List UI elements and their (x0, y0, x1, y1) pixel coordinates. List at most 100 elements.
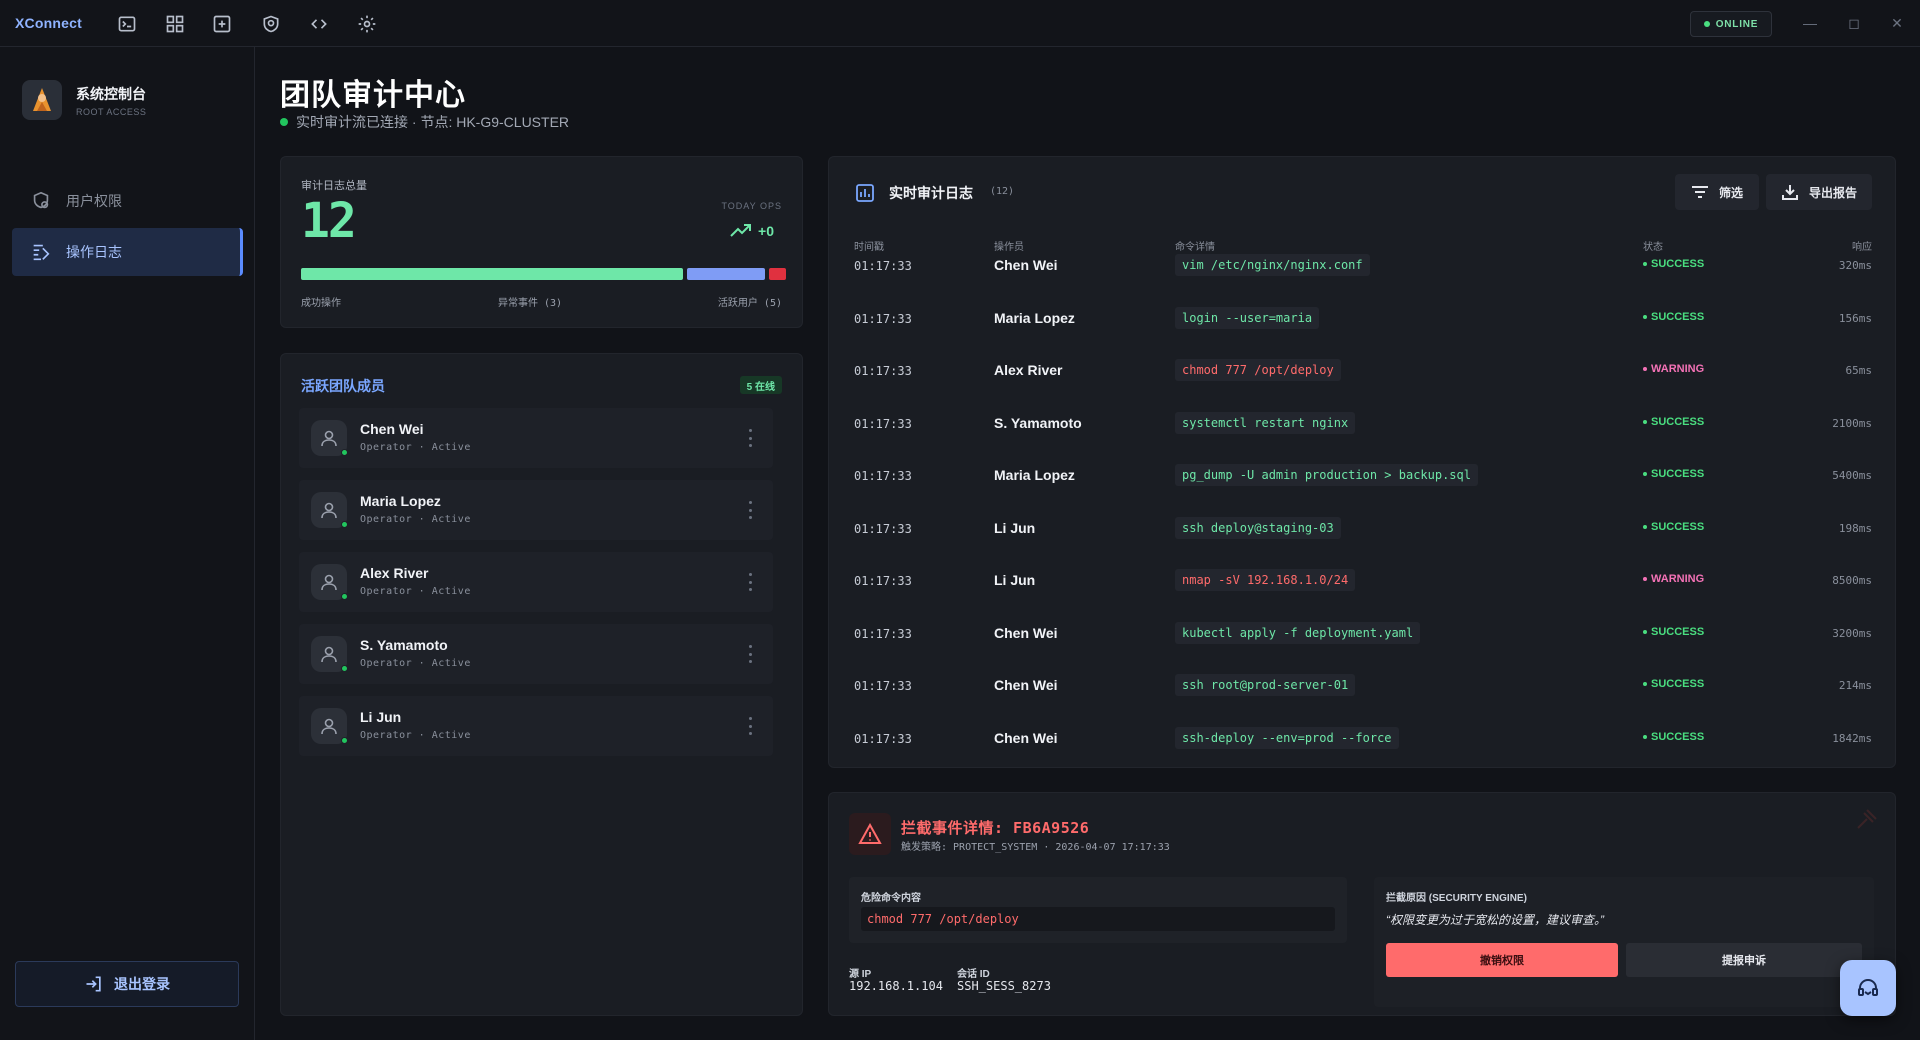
login-arrow-icon (86, 976, 101, 992)
more-options-icon[interactable] (747, 573, 753, 591)
code-icon[interactable] (307, 12, 331, 36)
row-command: ssh deploy@staging-03 (1175, 516, 1341, 539)
more-options-icon[interactable] (747, 501, 753, 519)
close-button[interactable]: ✕ (1888, 14, 1906, 32)
online-status-icon (341, 593, 348, 600)
sidebar-item-user-permissions[interactable]: 用户权限 (12, 177, 243, 225)
terminal-icon[interactable] (115, 12, 139, 36)
row-operator: Li Jun (994, 572, 1036, 588)
connection-status-badge: ONLINE (1690, 11, 1772, 37)
row-status: SUCCESS (1643, 626, 1704, 638)
bar-segment-users (769, 268, 786, 280)
user-icon (321, 502, 337, 519)
warning-triangle-icon (858, 823, 882, 844)
add-square-icon[interactable] (210, 12, 234, 36)
status-dot-icon (1643, 262, 1647, 266)
download-icon (1781, 185, 1798, 200)
bar-segment-success (301, 268, 683, 280)
team-title: 活跃团队成员 (301, 378, 385, 394)
row-command: pg_dump -U admin production > backup.sql (1175, 464, 1478, 486)
user-icon (321, 574, 337, 591)
log-title: 实时审计日志 (889, 185, 973, 201)
logout-button[interactable]: 退出登录 (15, 961, 239, 1007)
warning-icon-wrap (849, 813, 891, 855)
more-options-icon[interactable] (747, 429, 753, 447)
profile: 系统控制台 ROOT ACCESS (22, 80, 146, 120)
online-count-badge: 5 在线 (739, 376, 782, 394)
row-response: 214ms (1838, 679, 1872, 692)
row-operator: Maria Lopez (994, 467, 1075, 483)
export-report-button[interactable]: 导出报告 (1766, 174, 1872, 210)
more-options-icon[interactable] (747, 717, 753, 735)
revoke-permission-button[interactable]: 撤销权限 (1386, 943, 1618, 977)
column-header-response: 响应 (1852, 242, 1872, 253)
row-response: 320ms (1838, 259, 1872, 272)
today-ops-label: TODAY OPS (721, 201, 782, 211)
online-status-icon (341, 737, 348, 744)
row-operator: Chen Wei (994, 677, 1058, 693)
team-member-row[interactable]: S. Yamamoto Operator · Active (299, 624, 773, 684)
status-dot-icon (1643, 314, 1647, 319)
row-status: SUCCESS (1643, 678, 1704, 690)
online-status-icon (341, 665, 348, 672)
row-command: nmap -sV 192.168.1.0/24 (1175, 569, 1356, 591)
legend-anomaly: 异常事件 (3) (498, 298, 563, 309)
row-time: 01:17:33 (854, 574, 912, 588)
command-label: 危险命令内容 (861, 893, 921, 904)
team-member-row[interactable]: Maria Lopez Operator · Active (299, 480, 773, 540)
shield-icon[interactable] (259, 12, 283, 36)
status-dot-icon (1643, 682, 1647, 686)
app-brand: XConnect (15, 15, 82, 31)
top-bar: XConnect ONLINE — ◻ ✕ (0, 0, 1920, 47)
column-header-command: 命令详情 (1175, 242, 1215, 253)
row-status: SUCCESS (1643, 258, 1704, 270)
row-time: 01:17:33 (854, 416, 912, 431)
sidebar-item-operation-logs[interactable]: 操作日志 (12, 228, 243, 276)
row-status: SUCCESS (1643, 731, 1704, 743)
column-header-time: 时间戳 (854, 242, 884, 253)
row-status: SUCCESS (1643, 311, 1704, 323)
team-member-row[interactable]: Li Jun Operator · Active (299, 696, 773, 756)
team-member-row[interactable]: Chen Wei Operator · Active (299, 408, 773, 468)
column-header-operator: 操作员 (994, 242, 1024, 253)
status-dot-icon (1643, 629, 1647, 634)
incident-title: 拦截事件详情: FB6A9526 (901, 819, 1090, 837)
row-status: SUCCESS (1643, 521, 1704, 533)
row-response: 3200ms (1832, 626, 1872, 640)
avatar (311, 564, 348, 600)
incident-subtitle: 触发策略: PROTECT_SYSTEM · 2026-04-07 17:17:… (901, 842, 1170, 853)
member-role: Operator · Active (360, 730, 471, 741)
connected-dot-icon (280, 118, 288, 126)
avatar (311, 492, 348, 528)
sidebar-item-label: 用户权限 (66, 193, 122, 209)
more-options-icon[interactable] (747, 645, 753, 663)
maximize-button[interactable]: ◻ (1845, 14, 1863, 32)
team-member-row[interactable]: Alex River Operator · Active (299, 552, 773, 612)
audit-log-card: 实时审计日志 (12) 筛选 导出报告 时间戳 操作员 命令详情 状态 响应 0… (828, 156, 1896, 768)
shield-user-icon (33, 191, 49, 209)
row-operator: Chen Wei (994, 624, 1058, 641)
trending-up-icon (730, 224, 752, 237)
member-role: Operator · Active (360, 658, 471, 669)
column-header-status: 状态 (1643, 242, 1663, 253)
support-chat-button[interactable] (1840, 960, 1896, 1016)
row-time: 01:17:33 (854, 521, 912, 536)
hammer-icon (1857, 809, 1877, 829)
reason-label: 拦截原因 (SECURITY ENGINE) (1386, 893, 1527, 904)
row-command: kubectl apply -f deployment.yaml (1175, 621, 1421, 644)
row-response: 5400ms (1832, 469, 1872, 482)
distribution-bar (301, 268, 786, 280)
page-subtitle: 实时审计流已连接 · 节点: HK-G9-CLUSTER (280, 112, 569, 132)
gear-icon[interactable] (355, 12, 379, 36)
monk-logo-icon (33, 88, 51, 111)
minimize-button[interactable]: — (1801, 14, 1819, 32)
grid-icon[interactable] (163, 12, 187, 36)
avatar (311, 636, 348, 672)
filter-button[interactable]: 筛选 (1675, 174, 1759, 210)
filter-icon (1691, 186, 1708, 198)
session-value: SSH_SESS_8273 (957, 979, 1051, 993)
row-response: 8500ms (1832, 574, 1872, 587)
submit-appeal-button[interactable]: 提报申诉 (1626, 943, 1862, 977)
avatar (22, 80, 62, 120)
profile-title: 系统控制台 (76, 85, 146, 102)
